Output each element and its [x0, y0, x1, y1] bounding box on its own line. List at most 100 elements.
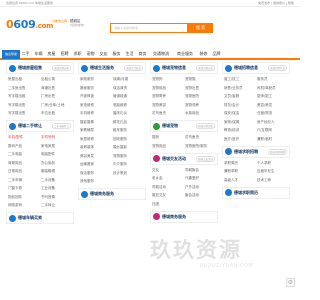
category-link[interactable]: 保洁清洗: [113, 85, 146, 91]
category-link[interactable]: 高级人才: [224, 177, 257, 183]
category-link[interactable]: 家电维修: [80, 102, 113, 108]
category-link[interactable]: 同城活动: [152, 184, 185, 190]
section-more-link[interactable]: 德城求职招聘: [267, 148, 287, 155]
category-link[interactable]: 家政服务: [80, 76, 113, 82]
category-link[interactable]: 交友: [152, 167, 185, 173]
category-link[interactable]: 教育/培训: [224, 127, 257, 133]
section-title[interactable]: 德城商务服务: [90, 191, 143, 197]
back-to-top-icon[interactable]: ⚙: [286, 278, 295, 287]
category-link[interactable]: 写字楼出售: [8, 110, 41, 116]
category-link[interactable]: 运输搬家: [80, 161, 113, 167]
section-title[interactable]: 德城招聘信息: [234, 65, 268, 71]
category-link[interactable]: 二手车辆: [8, 177, 41, 183]
category-link[interactable]: 写字楼出售: [8, 102, 41, 108]
category-link[interactable]: 花鸟鱼虫: [185, 134, 218, 140]
search-input[interactable]: 请输入关键词搜索: [110, 23, 188, 33]
category-link[interactable]: 猫狗: [152, 134, 185, 140]
category-link[interactable]: 户外活动: [185, 184, 218, 190]
nav-item[interactable]: 招聘: [58, 48, 71, 59]
section-title[interactable]: 德城宠物信息: [162, 65, 196, 71]
category-link[interactable]: 个人求职: [257, 160, 290, 166]
category-link[interactable]: 宠物用品: [152, 143, 185, 149]
category-link[interactable]: 服装鞋帽: [41, 168, 74, 174]
section-title[interactable]: 德城交友活动: [162, 156, 196, 162]
category-link[interactable]: 中介服务: [113, 161, 146, 167]
category-link[interactable]: 婚庆礼仪: [113, 110, 146, 116]
category-link[interactable]: 鲜花礼品: [113, 119, 146, 125]
category-link[interactable]: 宠物服务: [113, 153, 146, 159]
category-link[interactable]: 出租公寓: [41, 76, 74, 82]
section-more-link[interactable]: 二手电脑转让: [51, 123, 71, 129]
category-link[interactable]: 搬家服务: [80, 85, 113, 91]
nav-item[interactable]: 宠物: [84, 48, 97, 59]
category-link[interactable]: 同城聚会: [185, 167, 218, 173]
category-link[interactable]: 母婴用品: [8, 160, 41, 166]
category-link[interactable]: 医疗/医护: [224, 136, 257, 142]
category-link[interactable]: 开锁换锁: [80, 93, 113, 99]
category-link[interactable]: 水族用品: [185, 110, 218, 116]
category-link[interactable]: 二手转让: [41, 202, 74, 208]
category-link[interactable]: 服务员: [257, 76, 290, 82]
nav-item[interactable]: 房屋: [45, 48, 58, 59]
nav-item[interactable]: 商业服务: [173, 48, 197, 59]
category-link[interactable]: 手机维修: [80, 110, 113, 116]
category-link[interactable]: IT/互联网: [257, 127, 290, 133]
category-link[interactable]: 家电家居: [41, 143, 74, 149]
section-title[interactable]: 德城求职简历: [234, 190, 287, 196]
category-link[interactable]: 厂房/仓库/土地: [41, 102, 74, 108]
category-link[interactable]: 宠物用品: [152, 85, 185, 91]
category-link[interactable]: 书刊音像: [41, 194, 74, 200]
nav-item[interactable]: 服务: [110, 48, 123, 59]
category-link[interactable]: 车位出租: [41, 110, 74, 116]
nav-item[interactable]: 装修: [197, 48, 210, 59]
category-link[interactable]: 普工/技工: [224, 76, 257, 82]
category-link[interactable]: 财务/会计: [224, 102, 257, 108]
category-link[interactable]: 日常用品: [8, 168, 41, 174]
category-link[interactable]: 销售/业务员: [224, 85, 257, 91]
category-link[interactable]: 技术工种: [257, 177, 290, 183]
category-link[interactable]: 商铺出售: [41, 85, 74, 91]
category-link[interactable]: 宠物美容: [152, 102, 185, 108]
section-more-link[interactable]: 德城招聘信息: [267, 65, 287, 71]
category-link[interactable]: 社团: [152, 201, 185, 207]
category-link[interactable]: 二手电脑: [8, 151, 41, 157]
category-link[interactable]: 房产经纪人: [257, 119, 290, 125]
category-link[interactable]: 家政/保姆: [224, 119, 257, 125]
category-link[interactable]: 婚恋交友: [152, 192, 185, 198]
category-link[interactable]: 宠物狗: [152, 76, 185, 82]
nav-item[interactable]: 生活: [123, 48, 136, 59]
category-link[interactable]: 工业设备: [41, 185, 74, 191]
category-link[interactable]: 电脑配件: [41, 151, 74, 157]
category-link[interactable]: 租车服务: [113, 127, 146, 133]
category-link[interactable]: 门窗卡券: [8, 185, 41, 191]
section-more-link[interactable]: 德城交友活动: [195, 155, 215, 162]
category-link[interactable]: 仓管/物流: [257, 110, 290, 116]
nav-item[interactable]: 二手: [19, 48, 32, 59]
category-link[interactable]: 宠物医院/服务: [185, 143, 218, 149]
category-link[interactable]: 宠物寄养: [152, 93, 185, 99]
category-link[interactable]: 手机/配件: [8, 134, 41, 140]
category-link[interactable]: 宠物领养: [185, 102, 218, 108]
category-link[interactable]: 摄影摄像: [80, 119, 113, 125]
section-more-link[interactable]: 德城房屋出租: [51, 65, 71, 71]
category-link[interactable]: 老乡会: [152, 175, 185, 181]
section-title[interactable]: 德城房屋租售: [18, 65, 52, 71]
nav-item[interactable]: 交友: [97, 48, 110, 59]
category-link[interactable]: 兼职/临时: [257, 136, 290, 142]
category-link[interactable]: 写字楼出租: [8, 93, 41, 99]
category-link[interactable]: 宠物医院: [185, 93, 218, 99]
category-link[interactable]: 厨师/厨工: [257, 93, 290, 99]
section-title[interactable]: 德城二手转让: [18, 123, 52, 129]
category-link[interactable]: 兼职求职: [224, 168, 257, 174]
category-link[interactable]: 求职简历: [224, 160, 257, 166]
category-link[interactable]: 保安/保洁: [224, 110, 257, 116]
category-link[interactable]: 网络游戏: [8, 202, 41, 208]
search-button[interactable]: 搜 索: [188, 23, 213, 33]
category-link[interactable]: 司机/驾驶员: [257, 85, 290, 91]
category-link[interactable]: 二手设备: [41, 177, 74, 183]
category-link[interactable]: 厂房出售: [41, 93, 74, 99]
section-title[interactable]: 德城生活服务: [90, 65, 124, 71]
category-link[interactable]: 手机号码: [41, 134, 74, 140]
nav-item[interactable]: 交通物流: [149, 48, 173, 59]
nav-item[interactable]: 车辆: [32, 48, 45, 59]
